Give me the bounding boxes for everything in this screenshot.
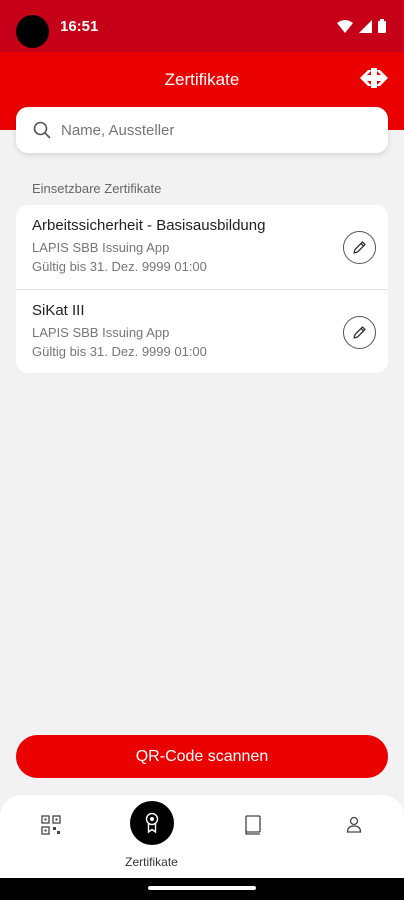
sbb-logo-icon [360, 68, 388, 93]
certificate-item[interactable]: SiKat III LAPIS SBB Issuing App Gültig b… [16, 289, 388, 373]
user-icon [345, 815, 363, 835]
status-bar: 16:51 [0, 0, 404, 52]
certificate-validity: Gültig bis 31. Dez. 9999 01:00 [32, 259, 207, 274]
pencil-icon [352, 240, 367, 255]
nav-label: Zertifikate [125, 855, 178, 869]
system-navigation-bar [0, 878, 404, 900]
nav-item-profile[interactable] [303, 795, 404, 878]
page-title: Zertifikate [164, 70, 240, 89]
search-input[interactable] [61, 121, 351, 139]
battery-icon [378, 19, 386, 38]
certificate-title: Arbeitssicherheit - Basisausbildung [32, 217, 266, 234]
nav-item-zertifikate[interactable]: Zertifikate [101, 795, 202, 878]
status-icons [337, 19, 386, 38]
search-icon [33, 121, 51, 139]
certificate-item[interactable]: Arbeitssicherheit - Basisausbildung LAPI… [16, 205, 388, 289]
certificate-validity: Gültig bis 31. Dez. 9999 01:00 [32, 344, 207, 359]
nav-item-qr-code[interactable] [0, 795, 101, 878]
certificate-issuer: LAPIS SBB Issuing App [32, 325, 170, 340]
bottom-navigation: Zertifikate [0, 795, 404, 878]
certificate-list: Arbeitssicherheit - Basisausbildung LAPI… [16, 205, 388, 373]
wifi-icon [337, 19, 353, 38]
signal-icon [359, 19, 372, 38]
scan-qr-code-button[interactable]: QR-Code scannen [16, 735, 388, 778]
section-label: Einsetzbare Zertifikate [32, 181, 162, 196]
certificate-issuer: LAPIS SBB Issuing App [32, 240, 170, 255]
book-icon [244, 815, 262, 835]
home-gesture-handle[interactable] [148, 886, 256, 890]
status-time: 16:51 [60, 18, 99, 35]
camera-cutout [16, 15, 49, 48]
nav-active-indicator [129, 801, 174, 845]
certificate-title: SiKat III [32, 302, 85, 319]
pencil-icon [352, 325, 367, 340]
edit-button[interactable] [343, 316, 376, 349]
edit-button[interactable] [343, 231, 376, 264]
qr-code-icon [40, 815, 61, 835]
certificate-icon [144, 812, 160, 834]
search-bar[interactable] [16, 107, 388, 153]
nav-item-book[interactable] [202, 795, 303, 878]
